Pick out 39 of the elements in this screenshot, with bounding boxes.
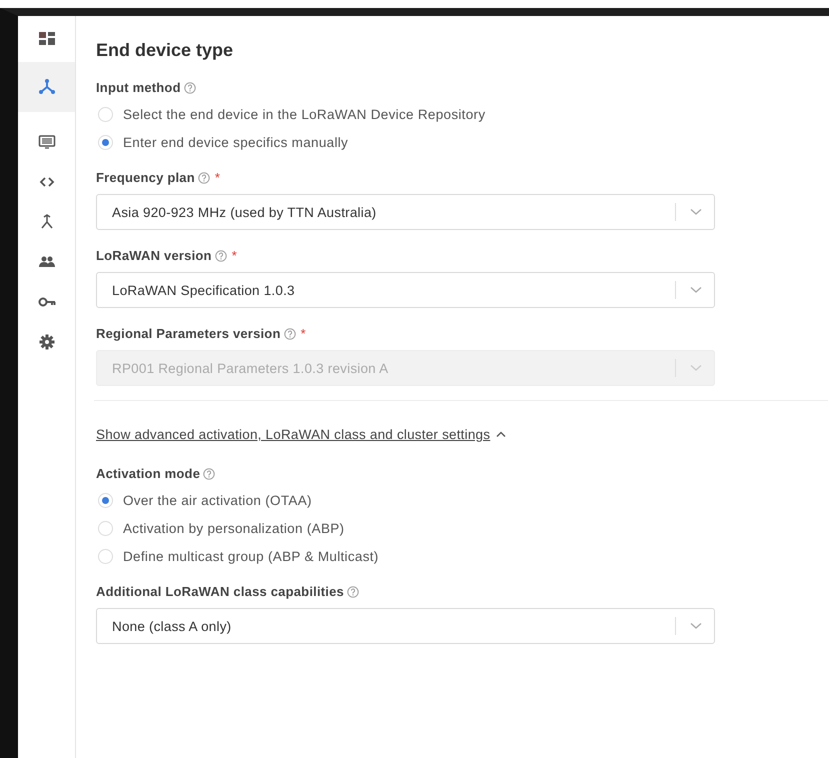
radio-label[interactable]: Define multicast group (ABP & Multicast) [123, 548, 379, 564]
radio-label[interactable]: Activation by personalization (ABP) [123, 520, 344, 536]
field-label: Activation mode [96, 466, 200, 481]
help-icon[interactable] [184, 82, 196, 94]
radio-button[interactable] [98, 134, 113, 150]
help-icon[interactable] [346, 586, 359, 598]
radio-button[interactable] [98, 520, 113, 536]
field-label: Input method [96, 80, 181, 95]
help-icon[interactable] [214, 250, 227, 262]
chevron-down-icon [690, 622, 702, 630]
select-field[interactable]: None (class A only) [96, 608, 715, 644]
network-icon [38, 78, 56, 96]
field-label: Frequency plan [96, 170, 195, 185]
settings-icon [38, 333, 56, 351]
help-icon[interactable] [203, 468, 216, 480]
chevron-down-icon [690, 286, 702, 294]
field-label: Additional LoRaWAN class capabilities [96, 584, 344, 599]
field-label: LoRaWAN version [96, 248, 212, 263]
field-label: Regional Parameters version [96, 326, 281, 341]
radio-label[interactable]: Enter end device specifics manually [123, 134, 348, 150]
chevron-down-icon [690, 208, 702, 216]
select-field[interactable]: Asia 920-923 MHz (used by TTN Australia) [96, 194, 715, 230]
monitor-icon [38, 133, 56, 151]
advanced-settings-link[interactable]: Show advanced activation, LoRaWAN class and cluster settings [96, 427, 490, 442]
required-mark: * [232, 248, 237, 263]
radio-button[interactable] [98, 106, 113, 122]
help-icon[interactable] [198, 172, 210, 184]
chevron-down-icon [690, 364, 702, 372]
radio-button[interactable] [98, 492, 113, 508]
radio-button[interactable] [98, 548, 113, 564]
sidebar-item[interactable] [18, 62, 75, 112]
chevron-up-icon[interactable] [496, 431, 506, 438]
radio-label[interactable]: Select the end device in the LoRaWAN Device Repository [123, 106, 486, 122]
radio-label[interactable]: Over the air activation (OTAA) [123, 492, 312, 508]
required-mark: * [214, 170, 220, 185]
required-mark: * [300, 326, 306, 341]
section-title: End device type [96, 40, 234, 61]
dashboard-icon [38, 30, 56, 48]
select-field[interactable]: LoRaWAN Specification 1.0.3 [96, 272, 715, 308]
